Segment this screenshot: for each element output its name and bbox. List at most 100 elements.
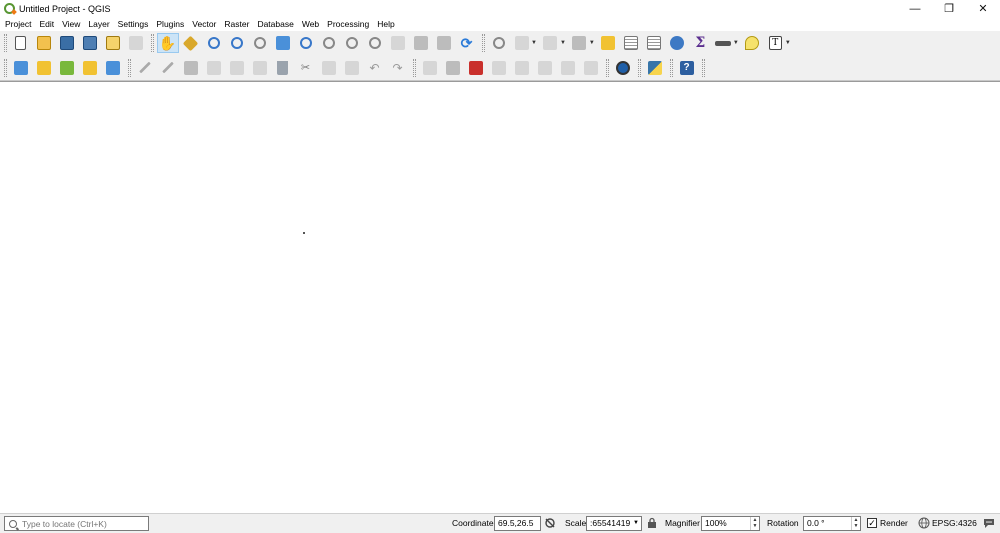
cut-features-button[interactable]: ✂ bbox=[295, 58, 317, 78]
redo-button[interactable]: ↷ bbox=[387, 58, 409, 78]
modify-attributes-button[interactable] bbox=[249, 58, 271, 78]
add-wms-layer-button[interactable] bbox=[102, 58, 124, 78]
new-project-button[interactable] bbox=[10, 33, 32, 53]
measure-line-button[interactable] bbox=[712, 33, 734, 53]
menu-edit[interactable]: Edit bbox=[35, 17, 58, 31]
menu-plugins[interactable]: Plugins bbox=[152, 17, 188, 31]
zoom-in-button[interactable] bbox=[203, 33, 225, 53]
statistical-summary-button[interactable]: Σ bbox=[689, 33, 711, 53]
toolbar-grip[interactable] bbox=[606, 58, 609, 77]
pan-map-button[interactable]: ✋ bbox=[156, 33, 179, 53]
move-label-button[interactable] bbox=[534, 58, 556, 78]
save-as-button[interactable] bbox=[79, 33, 101, 53]
save-layer-edits-button[interactable] bbox=[180, 58, 202, 78]
paste-features-button[interactable] bbox=[341, 58, 363, 78]
scale-combobox[interactable]: :65541419 ▼ bbox=[586, 516, 642, 531]
help-contents-button[interactable]: ? bbox=[676, 58, 698, 78]
delete-selected-button[interactable] bbox=[272, 58, 294, 78]
layout-manager-button[interactable] bbox=[125, 33, 147, 53]
close-button[interactable]: ✕ bbox=[966, 0, 1000, 17]
run-action-button[interactable] bbox=[511, 33, 533, 53]
chevron-down-icon[interactable]: ▼ bbox=[560, 40, 566, 46]
zoom-to-layer-button[interactable] bbox=[318, 33, 340, 53]
menu-database[interactable]: Database bbox=[253, 17, 297, 31]
menu-help[interactable]: Help bbox=[373, 17, 398, 31]
menu-project[interactable]: Project bbox=[1, 17, 35, 31]
toolbar-grip[interactable] bbox=[4, 34, 7, 52]
current-edits-button[interactable] bbox=[134, 58, 156, 78]
toolbar-grip[interactable] bbox=[482, 34, 485, 52]
layer-diagram-options-button[interactable] bbox=[442, 58, 464, 78]
spin-arrows-icon[interactable]: ▲ ▼ bbox=[750, 517, 759, 530]
chevron-down-icon[interactable]: ▼ bbox=[589, 40, 595, 46]
new-bookmark-button[interactable] bbox=[410, 33, 432, 53]
toggle-editing-button[interactable] bbox=[157, 58, 179, 78]
minimize-button[interactable]: — bbox=[898, 0, 932, 17]
toolbar-grip[interactable] bbox=[128, 58, 131, 77]
globe-crs-icon[interactable] bbox=[918, 517, 930, 529]
text-annotation-button[interactable]: T bbox=[764, 33, 786, 53]
coordinate-field[interactable]: 69.5,26.5 bbox=[494, 516, 541, 531]
chevron-down-icon[interactable]: ▼ bbox=[531, 40, 537, 46]
save-project-button[interactable] bbox=[56, 33, 78, 53]
zoom-to-selection-button[interactable] bbox=[295, 33, 317, 53]
open-project-button[interactable] bbox=[33, 33, 55, 53]
toolbar-grip[interactable] bbox=[413, 58, 416, 77]
undo-button[interactable]: ↶ bbox=[364, 58, 386, 78]
select-features-button[interactable] bbox=[539, 33, 561, 53]
toolbar-grip[interactable] bbox=[670, 58, 673, 77]
map-canvas[interactable] bbox=[0, 81, 1000, 514]
rotate-label-button[interactable] bbox=[557, 58, 579, 78]
print-layout-button[interactable] bbox=[102, 33, 124, 53]
field-calculator-button[interactable] bbox=[643, 33, 665, 53]
messages-icon[interactable] bbox=[983, 517, 995, 529]
crs-label[interactable]: EPSG:4326 bbox=[932, 517, 977, 530]
identify-features-button[interactable] bbox=[488, 33, 510, 53]
deselect-all-button[interactable] bbox=[597, 33, 619, 53]
data-source-manager-button[interactable] bbox=[10, 58, 32, 78]
highlight-pinned-labels-button[interactable] bbox=[465, 58, 487, 78]
lock-icon[interactable] bbox=[646, 517, 658, 529]
refresh-button[interactable]: ⟳ bbox=[456, 33, 478, 53]
add-vector-layer-button[interactable] bbox=[56, 58, 78, 78]
toggle-extents-icon[interactable] bbox=[544, 517, 556, 529]
vertex-tool-button[interactable] bbox=[226, 58, 248, 78]
zoom-out-button[interactable] bbox=[226, 33, 248, 53]
menu-view[interactable]: View bbox=[58, 17, 84, 31]
chevron-down-icon[interactable]: ▼ bbox=[733, 40, 739, 46]
python-console-button[interactable] bbox=[644, 58, 666, 78]
locator-input[interactable] bbox=[22, 518, 142, 529]
attribute-table-button[interactable] bbox=[620, 33, 642, 53]
toolbar-grip[interactable] bbox=[151, 34, 154, 52]
pin-labels-button[interactable] bbox=[488, 58, 510, 78]
chevron-down-icon[interactable]: ▼ bbox=[633, 517, 639, 530]
menu-processing[interactable]: Processing bbox=[323, 17, 373, 31]
add-feature-button[interactable] bbox=[203, 58, 225, 78]
rotation-spinbox[interactable]: 0.0 ° ▲ ▼ bbox=[803, 516, 861, 531]
toolbar-grip[interactable] bbox=[638, 58, 641, 77]
menu-layer[interactable]: Layer bbox=[84, 17, 113, 31]
select-by-value-button[interactable] bbox=[568, 33, 590, 53]
menu-raster[interactable]: Raster bbox=[220, 17, 253, 31]
locator-bar[interactable] bbox=[4, 516, 149, 531]
show-bookmarks-button[interactable] bbox=[433, 33, 455, 53]
show-hide-labels-button[interactable] bbox=[511, 58, 533, 78]
zoom-full-button[interactable] bbox=[272, 33, 294, 53]
zoom-next-button[interactable] bbox=[364, 33, 386, 53]
menu-vector[interactable]: Vector bbox=[188, 17, 220, 31]
render-checkbox[interactable]: ✓ bbox=[867, 518, 877, 528]
metasearch-button[interactable] bbox=[612, 58, 634, 78]
change-label-button[interactable] bbox=[580, 58, 602, 78]
map-tips-button[interactable] bbox=[741, 33, 763, 53]
toolbar-grip[interactable] bbox=[4, 58, 7, 77]
copy-features-button[interactable] bbox=[318, 58, 340, 78]
new-map-view-button[interactable] bbox=[387, 33, 409, 53]
zoom-native-button[interactable] bbox=[249, 33, 271, 53]
toolbar-grip[interactable] bbox=[702, 58, 705, 77]
menu-web[interactable]: Web bbox=[298, 17, 323, 31]
layer-labeling-options-button[interactable] bbox=[419, 58, 441, 78]
zoom-last-button[interactable] bbox=[341, 33, 363, 53]
new-geopackage-layer-button[interactable] bbox=[33, 58, 55, 78]
pan-to-selection-button[interactable] bbox=[180, 33, 202, 53]
spin-arrows-icon[interactable]: ▲ ▼ bbox=[851, 517, 860, 530]
